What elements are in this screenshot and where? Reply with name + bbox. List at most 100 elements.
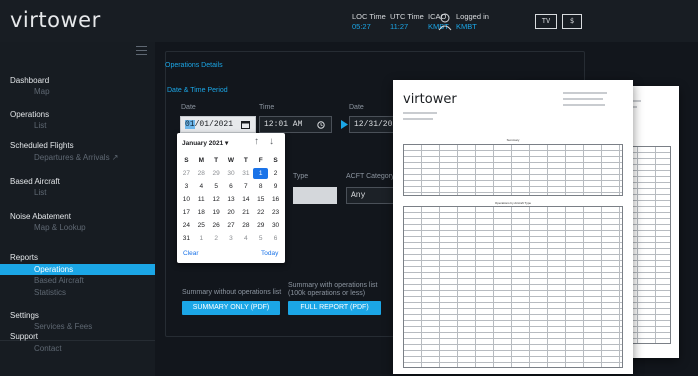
- sidebar-item-services-fees[interactable]: Services & Fees: [34, 322, 92, 331]
- summary-only-pdf-button[interactable]: SUMMARY ONLY (PDF): [182, 301, 280, 315]
- calendar-today-button[interactable]: Today: [261, 250, 278, 257]
- utc-time-label: UTC Time: [390, 12, 424, 21]
- calendar-day[interactable]: 25: [194, 220, 209, 231]
- calendar-day[interactable]: 8: [253, 181, 268, 192]
- report-text-line: [563, 104, 605, 106]
- calendar-day[interactable]: 15: [253, 194, 268, 205]
- calendar-day[interactable]: 29: [209, 168, 224, 179]
- operations-table: [403, 206, 623, 368]
- calendar-day[interactable]: 1: [194, 233, 209, 244]
- sidebar-section-dashboard[interactable]: Dashboard: [10, 76, 49, 85]
- calendar-day[interactable]: 27: [179, 168, 194, 179]
- start-date-input[interactable]: 01/01/2021: [180, 116, 256, 133]
- hamburger-menu-icon[interactable]: [136, 46, 147, 55]
- calendar-day[interactable]: 3: [179, 181, 194, 192]
- calendar-day[interactable]: 19: [209, 207, 224, 218]
- sidebar-item-map[interactable]: Map: [34, 87, 50, 96]
- tv-button[interactable]: TV: [535, 14, 557, 29]
- calendar-day[interactable]: 30: [224, 168, 239, 179]
- calendar-day[interactable]: 31: [179, 233, 194, 244]
- calendar-day[interactable]: 21: [238, 207, 253, 218]
- sidebar-section-reports[interactable]: Reports: [10, 253, 38, 262]
- brand-logo[interactable]: virtower: [10, 8, 101, 32]
- sidebar-item-departures-arrivals[interactable]: Departures & Arrivals ↗: [34, 153, 119, 162]
- calendar-day[interactable]: 22: [253, 207, 268, 218]
- calendar-day[interactable]: 4: [238, 233, 253, 244]
- calendar-day[interactable]: 17: [179, 207, 194, 218]
- calendar-day[interactable]: 27: [224, 220, 239, 231]
- calendar-day[interactable]: 30: [268, 220, 283, 231]
- sidebar-section-settings[interactable]: Settings: [10, 311, 39, 320]
- report-text-line: [563, 98, 603, 100]
- weekday-header: F: [258, 157, 263, 164]
- sidebar-item-map-lookup[interactable]: Map & Lookup: [34, 223, 86, 232]
- calendar-day[interactable]: 4: [194, 181, 209, 192]
- sidebar: Dashboard Map Operations List Scheduled …: [0, 42, 155, 376]
- sidebar-item-contact[interactable]: Contact: [34, 344, 62, 353]
- sidebar-item-operations-list[interactable]: List: [34, 121, 46, 130]
- start-time-value: 12:01 AM: [264, 120, 303, 129]
- calendar-day[interactable]: 6: [224, 181, 239, 192]
- clock-icon[interactable]: [317, 121, 325, 129]
- type-select[interactable]: [293, 187, 337, 204]
- calendar-clear-button[interactable]: Clear: [183, 250, 199, 257]
- calendar-day[interactable]: 11: [194, 194, 209, 205]
- calendar-day[interactable]: 28: [238, 220, 253, 231]
- sidebar-section-support[interactable]: Support: [10, 332, 38, 341]
- top-header: virtower LOC Time 05:27 UTC Time 11:27 I…: [0, 0, 698, 42]
- calendar-day[interactable]: 20: [224, 207, 239, 218]
- report-brand: virtower: [403, 92, 457, 107]
- weekday-header: T: [243, 157, 248, 164]
- calendar-day[interactable]: 2: [268, 168, 283, 179]
- period-title: Date & Time Period: [167, 87, 228, 94]
- sidebar-section-scheduled-flights[interactable]: Scheduled Flights: [10, 141, 74, 150]
- full-report-pdf-button[interactable]: FULL REPORT (PDF): [288, 301, 381, 315]
- calendar-day[interactable]: 3: [224, 233, 239, 244]
- calendar-day[interactable]: 5: [209, 181, 224, 192]
- calendar-day[interactable]: 28: [194, 168, 209, 179]
- calendar-day[interactable]: 26: [209, 220, 224, 231]
- logged-in-value: KMBT: [456, 22, 477, 31]
- date-picker-popup: January 2021 ▾ ↑ ↓ S M T W T F S 27 28 29 30 31 1 2 3 4…: [177, 133, 285, 263]
- sidebar-item-based-aircraft-list[interactable]: List: [34, 188, 46, 197]
- start-date-month-segment[interactable]: 01: [185, 120, 195, 129]
- type-label: Type: [293, 173, 309, 180]
- full-caption-line1: Summary with operations list: [288, 282, 378, 289]
- calendar-day[interactable]: 29: [253, 220, 268, 231]
- user-icon[interactable]: [438, 13, 452, 31]
- sidebar-item-reports-statistics[interactable]: Statistics: [34, 288, 66, 297]
- calendar-day[interactable]: 7: [238, 181, 253, 192]
- calendar-day[interactable]: 6: [268, 233, 283, 244]
- calendar-next-arrow-icon[interactable]: ↓: [269, 136, 274, 147]
- acft-category-value: Any: [351, 191, 366, 200]
- sidebar-item-reports-based-aircraft[interactable]: Based Aircraft: [34, 276, 84, 285]
- calendar-day[interactable]: 13: [224, 194, 239, 205]
- full-caption-line2: (100k operations or less): [288, 290, 366, 297]
- start-time-input[interactable]: 12:01 AM: [259, 116, 332, 133]
- acft-category-label: ACFT Category: [346, 173, 395, 180]
- calendar-day-selected[interactable]: 1: [253, 168, 269, 179]
- sidebar-item-reports-operations[interactable]: Operations: [0, 264, 155, 275]
- calendar-day[interactable]: 31: [238, 168, 253, 179]
- calendar-day[interactable]: 2: [209, 233, 224, 244]
- sidebar-section-noise-abatement[interactable]: Noise Abatement: [10, 212, 71, 221]
- calendar-icon[interactable]: [241, 120, 250, 129]
- logged-in[interactable]: Logged in KMBT: [456, 12, 489, 32]
- summary-caption: Summary without operations list: [182, 289, 282, 296]
- sidebar-section-operations[interactable]: Operations: [10, 110, 49, 119]
- calendar-month-selector[interactable]: January 2021 ▾: [182, 139, 228, 147]
- calendar-day[interactable]: 18: [194, 207, 209, 218]
- weekday-header: M: [198, 157, 204, 164]
- calendar-day[interactable]: 9: [268, 181, 283, 192]
- sidebar-section-based-aircraft[interactable]: Based Aircraft: [10, 177, 60, 186]
- calendar-day[interactable]: 12: [209, 194, 224, 205]
- calendar-day[interactable]: 10: [179, 194, 194, 205]
- calendar-prev-arrow-icon[interactable]: ↑: [254, 136, 259, 147]
- loc-time-value: 05:27: [352, 22, 371, 31]
- calendar-day[interactable]: 16: [268, 194, 283, 205]
- calendar-day[interactable]: 5: [253, 233, 268, 244]
- fees-button[interactable]: $: [562, 14, 582, 29]
- calendar-day[interactable]: 23: [268, 207, 283, 218]
- calendar-day[interactable]: 14: [238, 194, 253, 205]
- calendar-day[interactable]: 24: [179, 220, 194, 231]
